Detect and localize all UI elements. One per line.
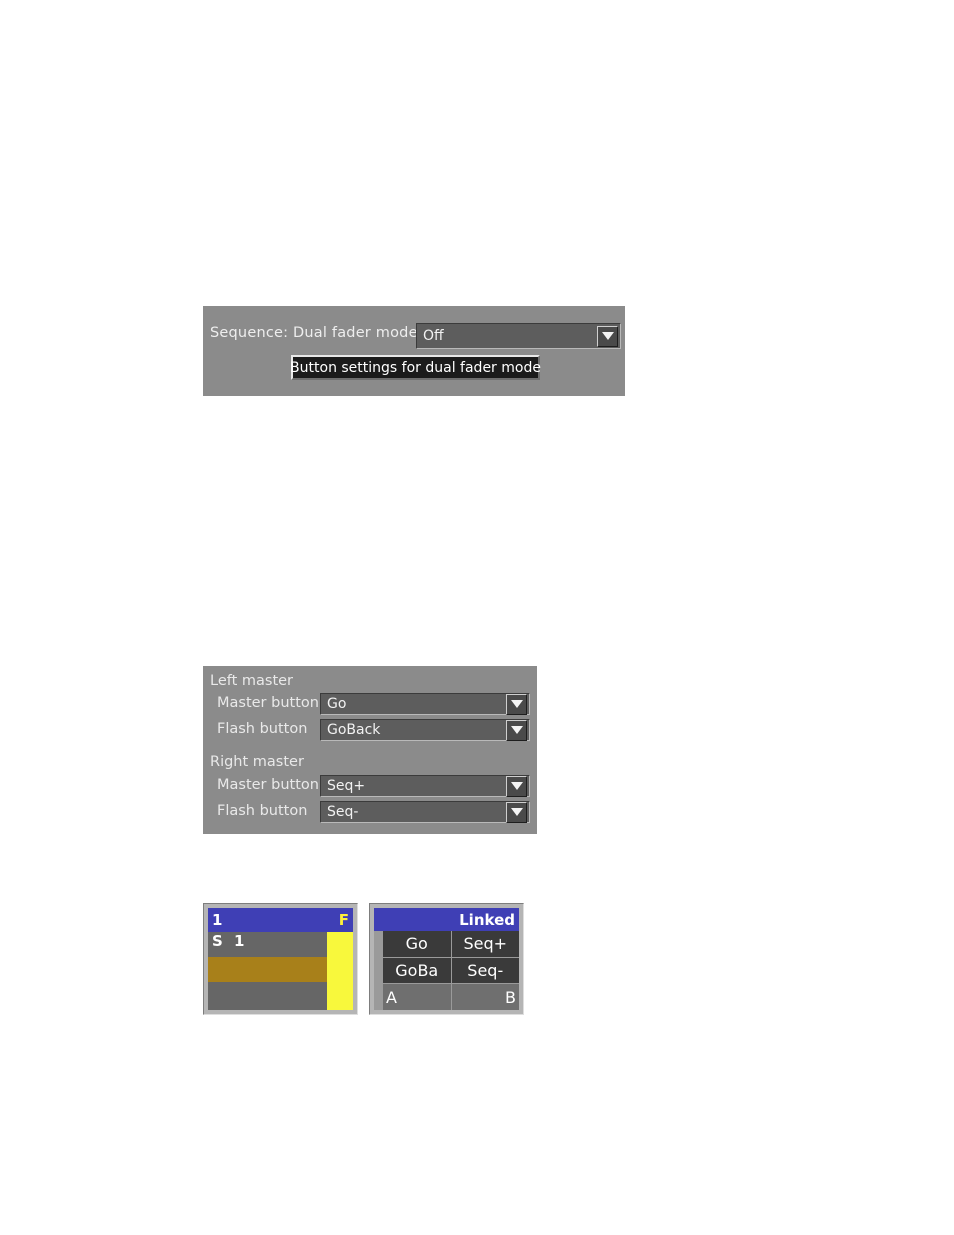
right-master-button-select[interactable]: Seq+ <box>320 775 530 797</box>
left-flash-button-value: GoBack <box>327 722 381 738</box>
chevron-down-icon[interactable] <box>506 719 527 741</box>
linked-cell-right-master[interactable]: Seq+ <box>451 931 519 957</box>
linked-label: Linked <box>459 910 515 929</box>
linked-display-inner: Linked Go Seq+ GoBa Seq- A B <box>374 908 519 1010</box>
executor-empty-row <box>208 982 327 1010</box>
right-flash-button-value: Seq- <box>327 804 359 820</box>
dual-fader-mode-label: Sequence: Dual fader mode <box>210 325 418 341</box>
executor-sequence-line: S 1 <box>212 932 248 950</box>
dual-fader-mode-value: Off <box>423 328 444 344</box>
dual-fader-mode-panel: Sequence: Dual fader mode Off Button set… <box>203 306 625 396</box>
linked-display-header: Linked <box>374 908 519 931</box>
executor-display-header: 1 F <box>208 908 353 932</box>
chevron-down-icon[interactable] <box>506 775 527 797</box>
executor-number: 1 <box>212 911 223 929</box>
right-flash-button-label: Flash button <box>217 803 308 819</box>
left-master-button-value: Go <box>327 696 347 712</box>
right-master-button-value: Seq+ <box>327 778 366 794</box>
left-master-button-label: Master button <box>217 695 319 711</box>
master-button-settings-panel: Left master Master button Go Flash butto… <box>203 666 537 834</box>
executor-display-inner: 1 F S 1 <box>208 908 353 1010</box>
left-flash-button-select[interactable]: GoBack <box>320 719 530 741</box>
chevron-down-icon[interactable] <box>506 693 527 715</box>
executor-display-body: S 1 <box>208 932 327 1010</box>
executor-active-cue-bar <box>208 957 327 982</box>
linked-cell-label-a: A <box>383 984 451 1010</box>
linked-buttons-display[interactable]: Linked Go Seq+ GoBa Seq- A B <box>369 903 524 1015</box>
linked-cell-left-flash[interactable]: GoBa <box>383 957 451 984</box>
chevron-down-icon[interactable] <box>597 325 618 347</box>
linked-cell-right-flash[interactable]: Seq- <box>451 957 519 984</box>
linked-cell-label-b: B <box>451 984 519 1010</box>
linked-button-grid: Go Seq+ GoBa Seq- A B <box>374 931 519 1010</box>
chevron-down-icon[interactable] <box>506 801 527 823</box>
dual-fader-mode-select[interactable]: Off <box>416 323 621 349</box>
right-master-button-label: Master button <box>217 777 319 793</box>
left-flash-button-label: Flash button <box>217 721 308 737</box>
left-master-button-select[interactable]: Go <box>320 693 530 715</box>
executor-fader-level-bar[interactable] <box>327 932 353 1010</box>
executor-flash-indicator: F <box>338 911 349 929</box>
linked-cell-left-master[interactable]: Go <box>383 931 451 957</box>
button-settings-for-dual-fader-mode-button[interactable]: Button settings for dual fader mode <box>290 355 541 380</box>
left-master-group-title: Left master <box>210 673 294 689</box>
executor-fader-display[interactable]: 1 F S 1 <box>203 903 358 1015</box>
right-flash-button-select[interactable]: Seq- <box>320 801 530 823</box>
right-master-group-title: Right master <box>210 754 304 770</box>
